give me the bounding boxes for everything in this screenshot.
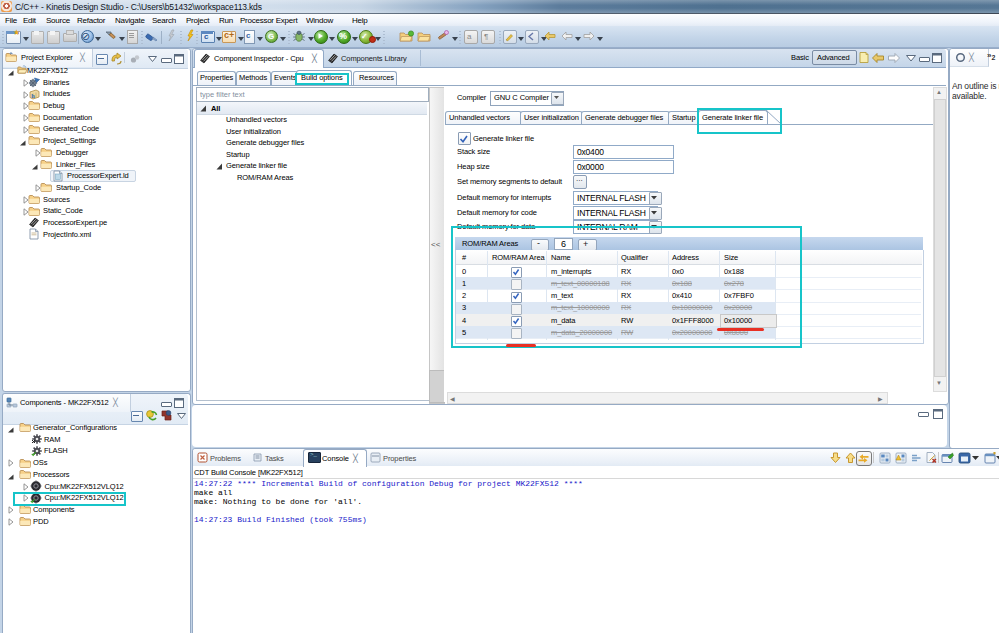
svg-text:h: h [31,92,35,99]
